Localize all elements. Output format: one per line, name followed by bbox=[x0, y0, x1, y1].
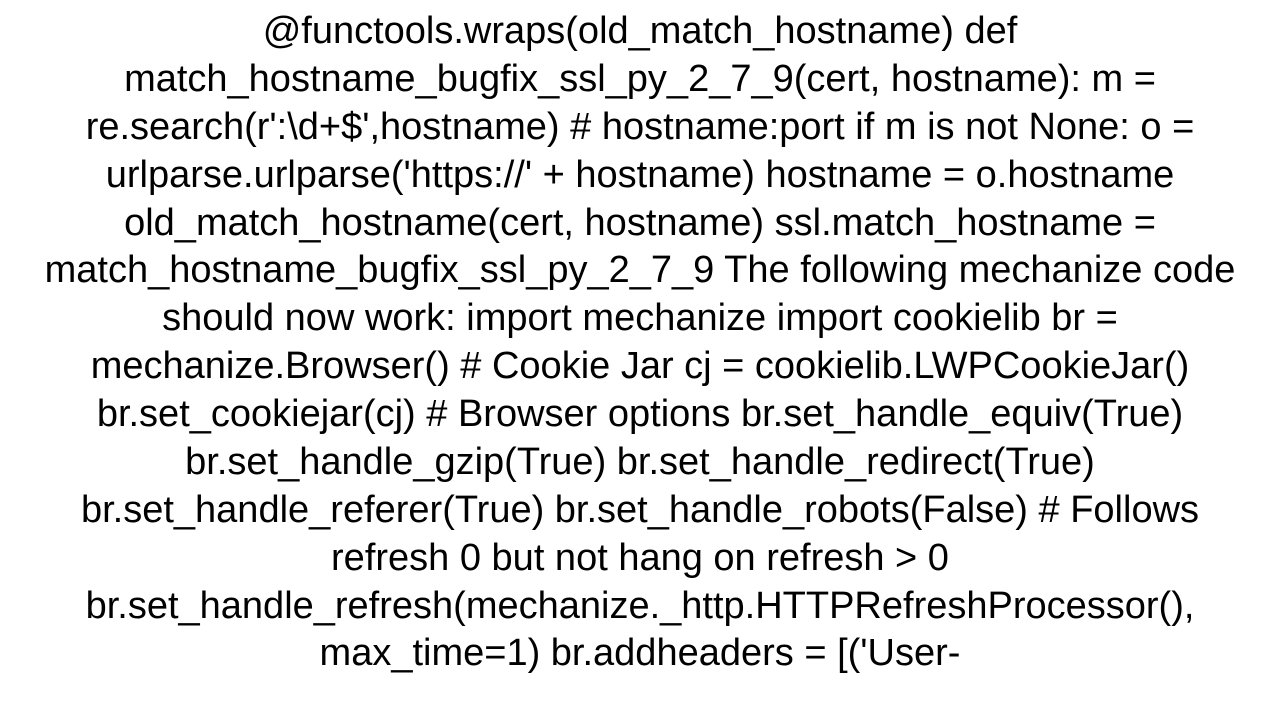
code-text-block: @functools.wraps(old_match_hostname) def… bbox=[0, 0, 1280, 720]
code-snippet-text: @functools.wraps(old_match_hostname) def… bbox=[45, 10, 1236, 674]
